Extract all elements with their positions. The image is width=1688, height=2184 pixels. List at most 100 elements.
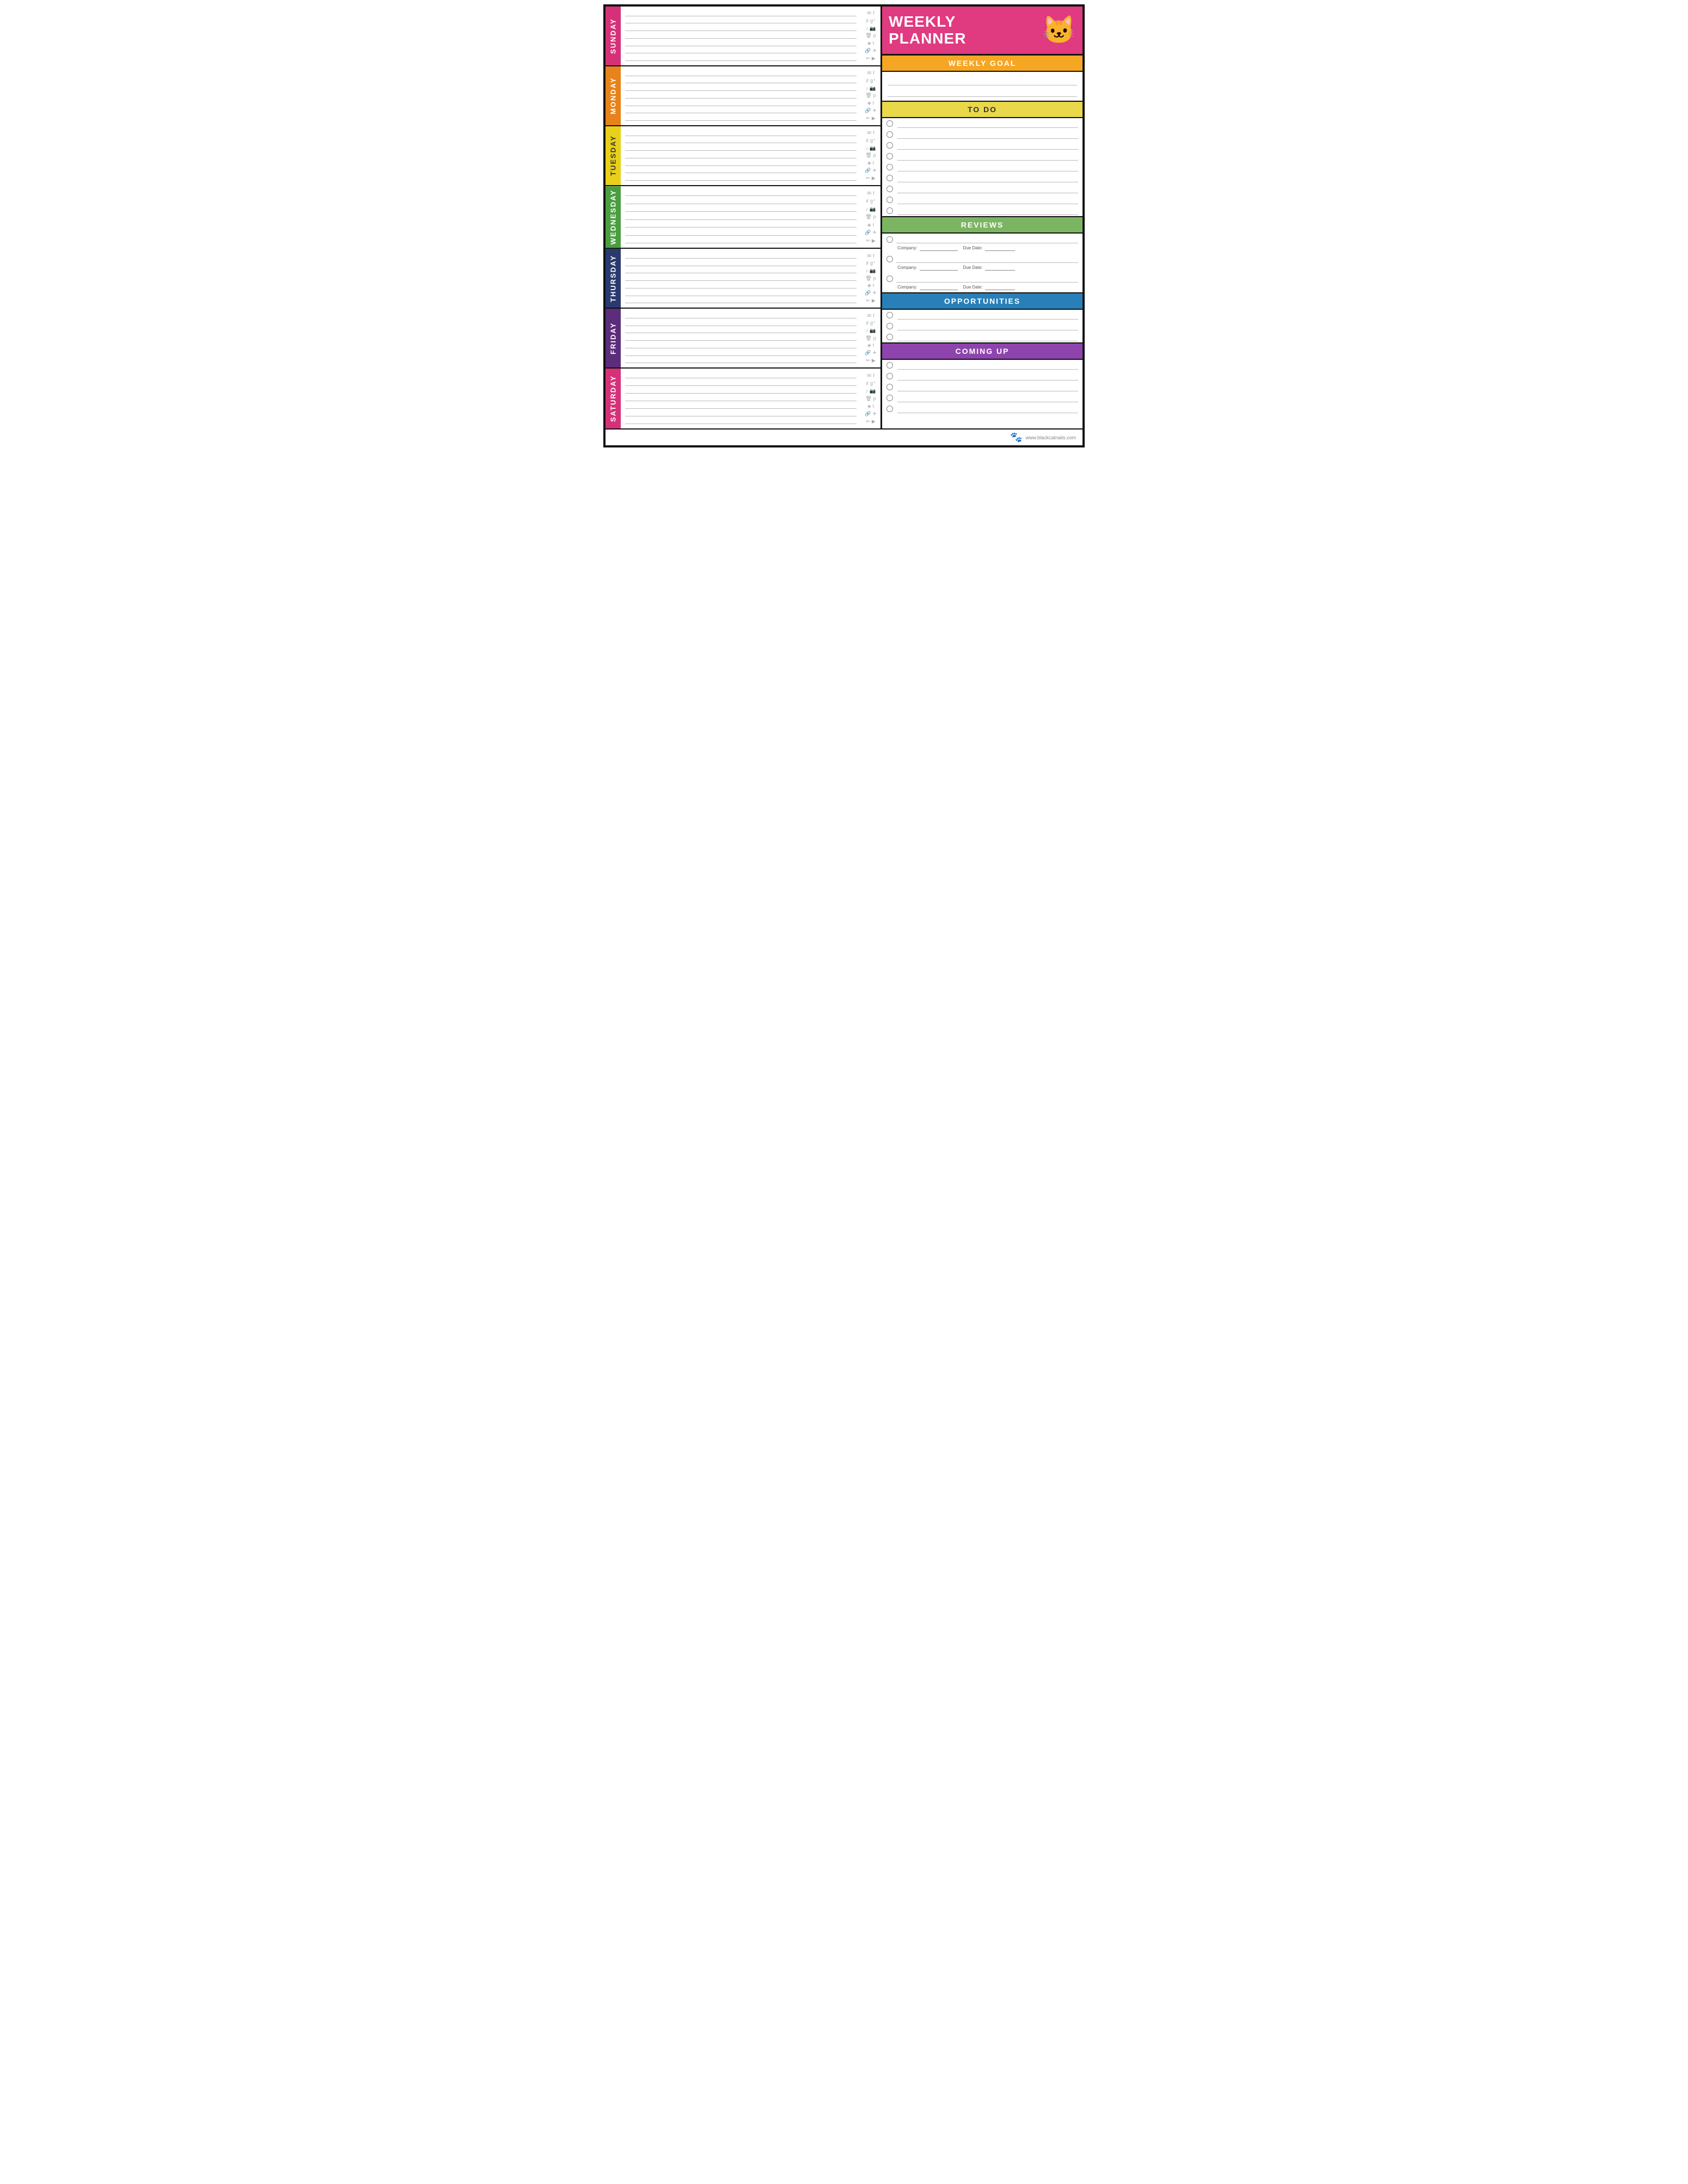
icon-right: g⁺ — [870, 381, 876, 386]
icon-left: ◈ — [867, 283, 871, 288]
icon-left: ✏ — [866, 358, 870, 363]
day-line — [625, 161, 857, 166]
icon-pair: ✉f — [867, 131, 874, 136]
icon-right: p — [873, 153, 876, 158]
weekly-goal-section: WEEKLY GOAL — [882, 56, 1082, 102]
icon-right: ✈ — [872, 168, 877, 173]
icon-left: ✏ — [866, 419, 870, 424]
icon-right: ✈ — [872, 230, 877, 235]
icon-left: ♪ — [866, 328, 869, 333]
day-icons-wednesday: ✉f♯g⁺♪📷🗑p◈t🔗✈✏▶ — [861, 186, 880, 248]
day-line — [625, 93, 857, 99]
todo-line — [897, 174, 1078, 182]
day-line — [625, 85, 857, 91]
icon-right: ▶ — [872, 238, 876, 243]
review-main-line — [896, 255, 1078, 263]
review-main-line — [896, 236, 1078, 243]
review-item-0: Company: Due Date: — [882, 234, 1082, 251]
todo-item — [882, 129, 1082, 140]
title-line1: WEEKLY — [889, 13, 956, 30]
due-label: Due Date: — [963, 265, 983, 270]
icon-right: p — [873, 33, 876, 38]
day-line — [625, 115, 857, 121]
review-sub: Company: Due Date: — [886, 244, 1078, 251]
todo-circle — [886, 175, 893, 181]
day-lines-saturday — [621, 369, 861, 428]
company-line — [920, 284, 958, 290]
icon-right: 📷 — [870, 207, 876, 212]
todo-circle — [886, 186, 893, 192]
day-lines-sunday — [621, 7, 861, 65]
todo-item — [882, 151, 1082, 162]
day-row-saturday: SATURDAY✉f♯g⁺♪📷🗑p◈t🔗✈✏▶ — [606, 369, 880, 428]
icon-right: ✈ — [872, 291, 877, 296]
icon-left: ✉ — [867, 191, 872, 196]
reviews-items: Company: Due Date: Company: Due Date: — [882, 234, 1082, 290]
icon-pair: ♯g⁺ — [866, 19, 875, 23]
review-company: Company: — [897, 264, 957, 271]
icon-right: f — [873, 373, 874, 378]
day-line — [625, 411, 857, 416]
review-top — [886, 275, 1078, 283]
icon-right: t — [873, 101, 874, 106]
review-top — [886, 236, 1078, 243]
icon-left: ◈ — [867, 223, 871, 228]
icon-pair: 🔗✈ — [865, 230, 877, 235]
day-row-tuesday: TUESDAY✉f♯g⁺♪📷🗑p◈t🔗✈✏▶ — [606, 126, 880, 186]
icon-pair: ♯g⁺ — [866, 199, 875, 204]
opp-line — [897, 322, 1078, 330]
todo-item — [882, 118, 1082, 129]
icon-pair: ✏▶ — [866, 116, 875, 121]
icon-left: ✏ — [866, 298, 870, 303]
icon-right: ▶ — [872, 116, 876, 121]
opp-line — [897, 333, 1078, 341]
todo-item — [882, 162, 1082, 173]
goal-line — [888, 76, 1077, 85]
due-line — [985, 264, 1015, 271]
icon-pair: ✉f — [867, 71, 874, 76]
icon-pair: 🔗✈ — [865, 168, 877, 173]
icon-left: ♪ — [866, 207, 869, 212]
icon-pair: ✏▶ — [866, 238, 875, 243]
icon-left: 🗑 — [865, 93, 871, 98]
icon-left: 🔗 — [865, 48, 871, 53]
todo-circle — [886, 131, 893, 138]
coming-up-item — [882, 392, 1082, 403]
icon-left: ✉ — [867, 71, 872, 76]
icon-pair: ✉f — [867, 254, 874, 259]
icon-pair: ♪📷 — [866, 389, 876, 394]
icon-pair: ✏▶ — [866, 56, 875, 61]
icon-pair: ♪📷 — [866, 207, 876, 212]
icon-right: t — [873, 41, 874, 46]
icon-right: p — [873, 396, 876, 401]
day-line — [625, 313, 857, 318]
icon-pair: ♯g⁺ — [866, 138, 875, 143]
icon-right: 📷 — [870, 86, 876, 91]
day-icons-sunday: ✉f♯g⁺♪📷🗑p◈t🔗✈✏▶ — [861, 7, 880, 65]
icon-right: g⁺ — [870, 261, 876, 266]
todo-circle — [886, 207, 893, 214]
icon-right: g⁺ — [870, 78, 876, 83]
day-lines-monday — [621, 66, 861, 125]
day-line — [625, 191, 857, 196]
day-line — [625, 261, 857, 266]
icon-pair: 🔗✈ — [865, 351, 877, 355]
day-line — [625, 214, 857, 219]
icon-pair: ♪📷 — [866, 26, 876, 31]
coming-up-line — [897, 361, 1078, 370]
day-line — [625, 71, 857, 76]
opp-circle — [886, 334, 893, 340]
day-line — [625, 145, 857, 151]
icon-right: g⁺ — [870, 321, 876, 326]
todo-line — [897, 130, 1078, 139]
day-row-monday: MONDAY✉f♯g⁺♪📷🗑p◈t🔗✈✏▶ — [606, 66, 880, 126]
icon-pair: ♪📷 — [866, 86, 876, 91]
icon-left: ◈ — [867, 41, 871, 46]
review-due: Due Date: — [963, 244, 1015, 251]
icon-left: ✉ — [867, 254, 872, 259]
opportunities-header: OPPORTUNITIES — [882, 293, 1082, 310]
todo-item — [882, 173, 1082, 183]
reviews-section: REVIEWS Company: Due Date: Company: — [882, 217, 1082, 293]
todo-line — [897, 119, 1078, 128]
opp-item — [882, 321, 1082, 332]
